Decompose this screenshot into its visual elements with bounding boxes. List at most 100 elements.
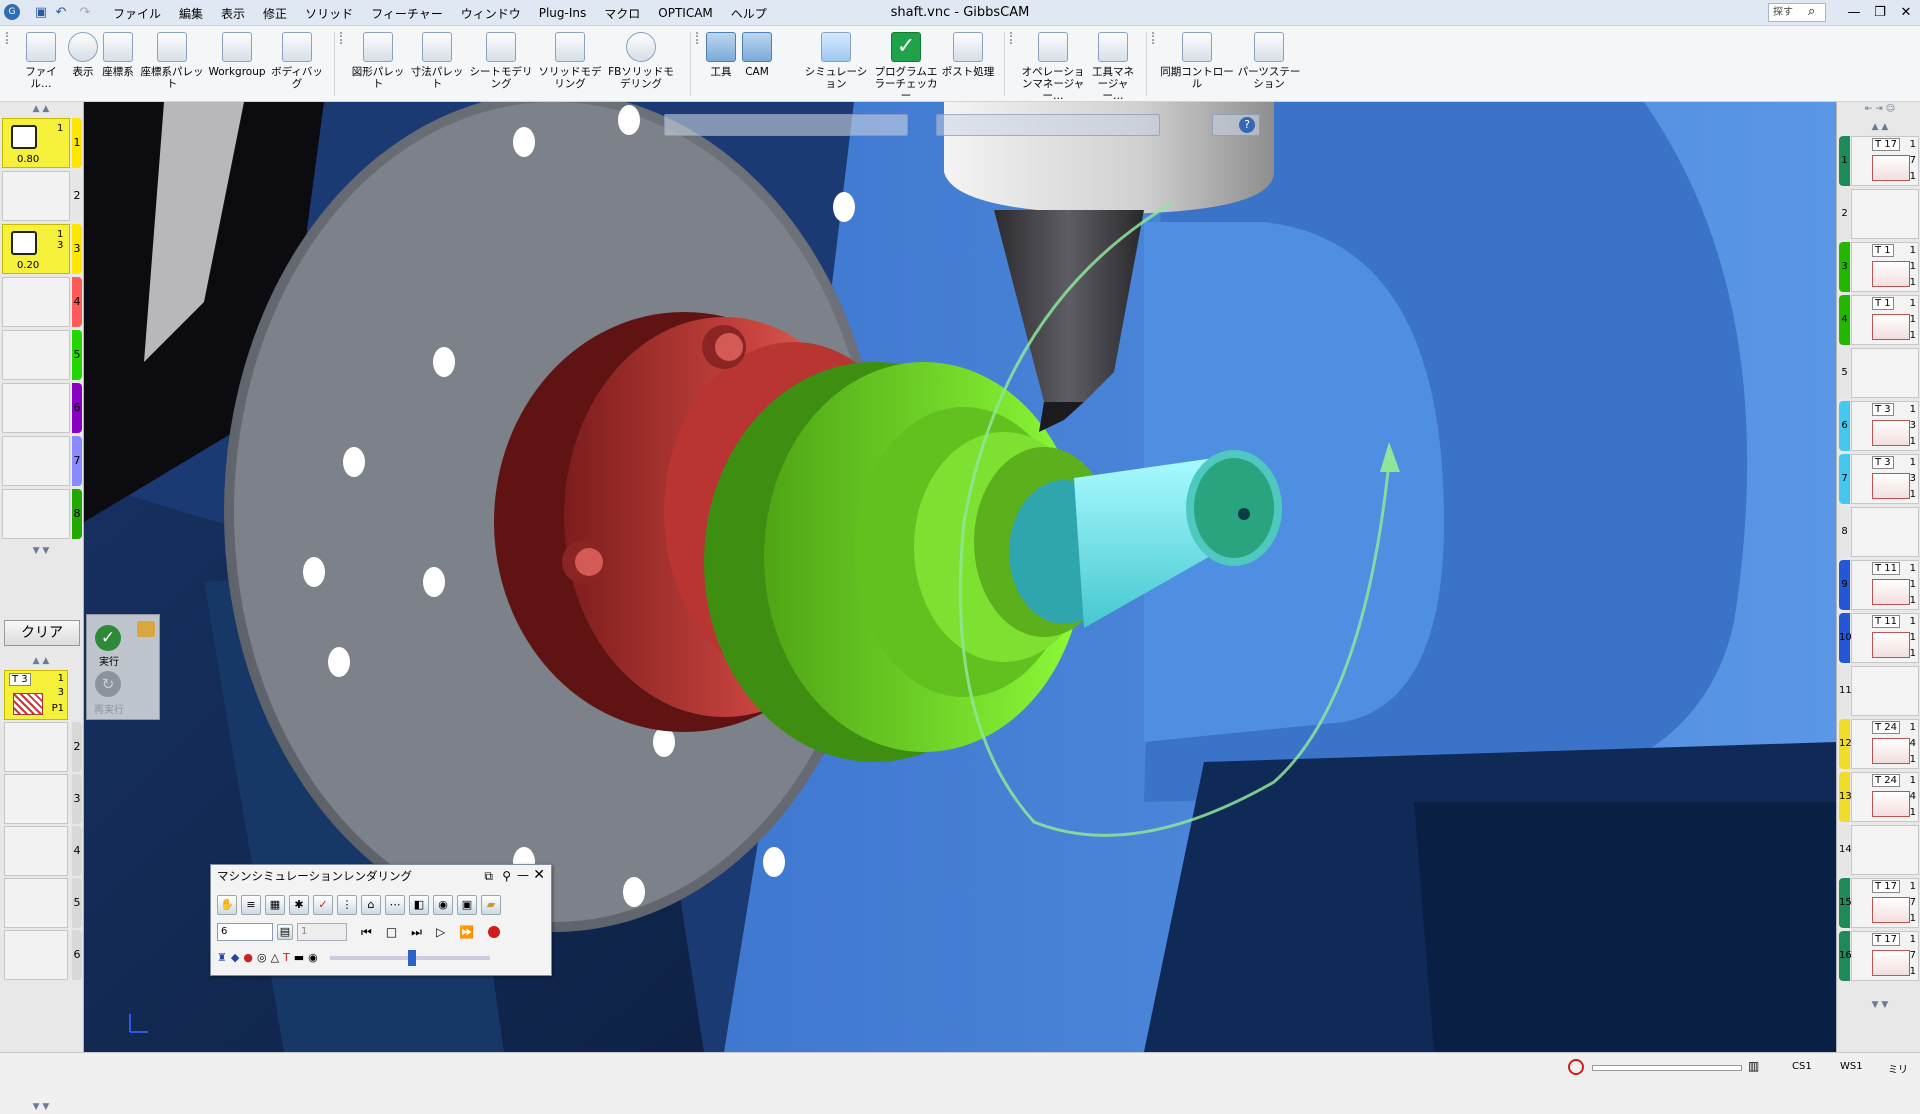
menu-item-4[interactable]: ソリッド — [296, 5, 362, 22]
sheet-modeling-button[interactable]: シートモデリング — [466, 30, 536, 100]
save-icon[interactable]: ▣ — [32, 4, 50, 22]
unit-indicator[interactable]: ミリ — [1888, 1061, 1908, 1076]
tool-slot-2[interactable] — [2, 171, 70, 221]
operation-tile[interactable]: T 17117P1 — [1851, 136, 1919, 186]
ops-scroll-down-button[interactable]: ▼ ▼ — [1841, 1000, 1919, 1012]
tool-holder-icon[interactable]: △ — [271, 951, 279, 964]
color-icon[interactable]: ▦ — [265, 895, 285, 915]
t-icon[interactable]: T — [283, 951, 290, 964]
operation-tile[interactable]: T 17117P1 — [1851, 931, 1919, 981]
solid-modeling-button[interactable]: ソリッドモデリング — [538, 30, 602, 100]
spindle-icon[interactable]: ♜ — [217, 951, 227, 964]
menu-item-5[interactable]: フィーチャー — [362, 5, 452, 22]
layers-icon[interactable]: ≡ — [241, 895, 261, 915]
slider-thumb[interactable] — [407, 949, 416, 966]
play-icon[interactable]: ▷ — [436, 925, 445, 939]
menu-item-9[interactable]: OPTICAM — [649, 6, 722, 20]
sim-pin-icon[interactable]: ⚲ — [502, 869, 511, 883]
view-button[interactable]: 表示 — [66, 30, 100, 100]
operation-tile[interactable]: T 313P1 — [1851, 401, 1919, 451]
process-slot[interactable] — [4, 878, 68, 928]
shape-palette-button[interactable]: 図形パレット — [350, 30, 406, 100]
bar-icon[interactable]: ▬ — [294, 951, 304, 964]
minimize-button[interactable]: — — [1840, 2, 1868, 24]
fb-solid-modeling-button[interactable]: FBソリッドモデリング — [606, 30, 676, 100]
operation-tile[interactable]: T 11111P1 — [1851, 560, 1919, 610]
operation-tile[interactable] — [1851, 666, 1919, 716]
dimension-palette-button[interactable]: 寸法パレット — [408, 30, 466, 100]
stock-icon[interactable]: ◆ — [231, 951, 239, 964]
undo-icon[interactable]: ↶ — [52, 4, 70, 22]
hand-icon[interactable]: ✋ — [217, 895, 237, 915]
ops-scroll-up-button[interactable]: ▲ ▲ — [1841, 122, 1919, 134]
operation-tile[interactable] — [1851, 348, 1919, 398]
operation-tile[interactable]: T 17117P1 — [1851, 878, 1919, 928]
bodybag-button[interactable]: ボディバッグ — [270, 30, 324, 100]
operation-tile[interactable]: T 11111P1 — [1851, 613, 1919, 663]
operation-manager-button[interactable]: オペレーションマネージャー… — [1018, 30, 1088, 102]
operation-tile[interactable] — [1851, 507, 1919, 557]
ws-indicator[interactable]: WS1 — [1840, 1061, 1863, 1072]
tool-slot-1[interactable]: 0.80 1 — [2, 118, 70, 168]
step-forward-icon[interactable]: ⏭ — [411, 925, 422, 940]
file-button[interactable]: ファイル… — [18, 30, 64, 100]
menu-item-6[interactable]: ウィンドウ — [452, 5, 530, 22]
tool-manager-button[interactable]: 工具マネージャー… — [1088, 30, 1138, 102]
execute-icon[interactable]: ✓ — [95, 625, 121, 651]
menu-item-8[interactable]: マクロ — [595, 5, 649, 22]
step-select[interactable]: 1 — [297, 923, 347, 941]
coord-button[interactable]: 座標系 — [100, 30, 136, 100]
dots-icon[interactable]: ⋯ — [385, 895, 405, 915]
tool-slot-7[interactable] — [2, 436, 70, 486]
render-toolbar[interactable] — [936, 114, 1160, 136]
speed-spin-icon[interactable]: ▤ — [277, 924, 293, 940]
cube-icon[interactable]: ▣ — [457, 895, 477, 915]
grid-icon[interactable]: ⋮ — [337, 895, 357, 915]
speed-input[interactable]: 6 — [217, 923, 273, 941]
fast-forward-icon[interactable]: ⏩ — [459, 925, 474, 939]
tool-slot-4[interactable] — [2, 277, 70, 327]
tool-slot-8[interactable] — [2, 489, 70, 539]
tool-button[interactable]: 工具 — [704, 30, 738, 100]
operation-tile[interactable] — [1851, 825, 1919, 875]
fixture-icon[interactable]: ◎ — [257, 951, 267, 964]
search-input[interactable]: 探す — [1768, 3, 1826, 22]
operation-tile[interactable]: T 111P1 — [1851, 295, 1919, 345]
process-slot[interactable] — [4, 722, 68, 772]
process-slot[interactable] — [4, 774, 68, 824]
cs-indicator[interactable]: CS1 — [1792, 1061, 1812, 1072]
check-icon[interactable]: ✓ — [313, 895, 333, 915]
record-icon[interactable] — [488, 926, 501, 938]
error-checker-button[interactable]: ✓ プログラムエラーチェッカー — [874, 30, 938, 102]
rewind-icon[interactable]: ⏮ — [361, 925, 372, 940]
stop-icon[interactable]: □ — [386, 925, 397, 939]
post-process-button[interactable]: ポスト処理 — [940, 30, 996, 100]
speed-slider[interactable] — [329, 949, 490, 966]
scroll-up-button[interactable]: ▲ ▲ — [2, 104, 80, 116]
restore-button[interactable]: ❐ — [1866, 2, 1894, 24]
workgroup-button[interactable]: Workgroup — [206, 30, 268, 100]
operation-tile[interactable]: T 24124P1 — [1851, 772, 1919, 822]
close-button[interactable]: ✕ — [1892, 2, 1920, 24]
collision-icon[interactable]: ● — [243, 951, 253, 964]
eye-icon[interactable]: ◉ — [433, 895, 453, 915]
proc-scroll-up-button[interactable]: ▲ ▲ — [2, 656, 80, 668]
operation-tile[interactable]: T 111P1 — [1851, 242, 1919, 292]
view-toolbar[interactable] — [664, 114, 908, 136]
process-slot[interactable] — [4, 930, 68, 980]
reexecute-icon[interactable]: ↻ — [95, 671, 121, 697]
split-icon[interactable]: ◧ — [409, 895, 429, 915]
operation-tile[interactable]: T 313P1 — [1851, 454, 1919, 504]
sync-control-button[interactable]: 同期コントロール — [1160, 30, 1234, 100]
folder-icon[interactable] — [137, 621, 155, 637]
help-toolbar[interactable]: ? — [1212, 114, 1260, 136]
ops-toolbar[interactable]: ⇤ ⇥ ☺ — [1841, 104, 1919, 116]
sim-minimize-button[interactable]: — — [517, 868, 529, 882]
process-tile[interactable]: T 3 1 3 P1 — [4, 670, 68, 720]
menu-item-10[interactable]: ヘルプ — [722, 5, 776, 22]
help-icon[interactable]: ? — [1239, 117, 1255, 133]
sim-close-button[interactable]: ✕ — [533, 867, 545, 883]
tool-slot-6[interactable] — [2, 383, 70, 433]
sim-dock-icon[interactable]: ⧉ — [484, 869, 493, 884]
operation-tile[interactable] — [1851, 189, 1919, 239]
